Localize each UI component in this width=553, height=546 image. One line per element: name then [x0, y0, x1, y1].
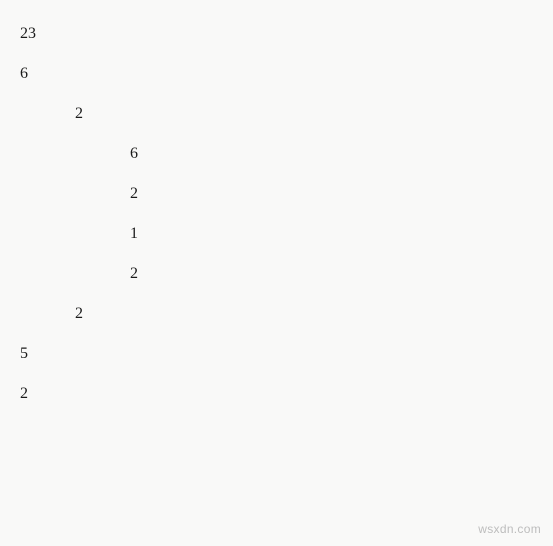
list-item: 2 — [20, 186, 553, 202]
list-item: 2 — [20, 386, 553, 402]
list-item: 2 — [20, 266, 553, 282]
watermark-text: wsxdn.com — [478, 522, 541, 536]
list-item: 6 — [20, 66, 553, 82]
list-item: 23 — [20, 26, 553, 42]
list-item: 6 — [20, 146, 553, 162]
list-item: 1 — [20, 226, 553, 242]
number-list: 23 6 2 6 2 1 2 2 5 2 — [0, 0, 553, 402]
list-item: 5 — [20, 346, 553, 362]
list-item: 2 — [20, 106, 553, 122]
list-item: 2 — [20, 306, 553, 322]
